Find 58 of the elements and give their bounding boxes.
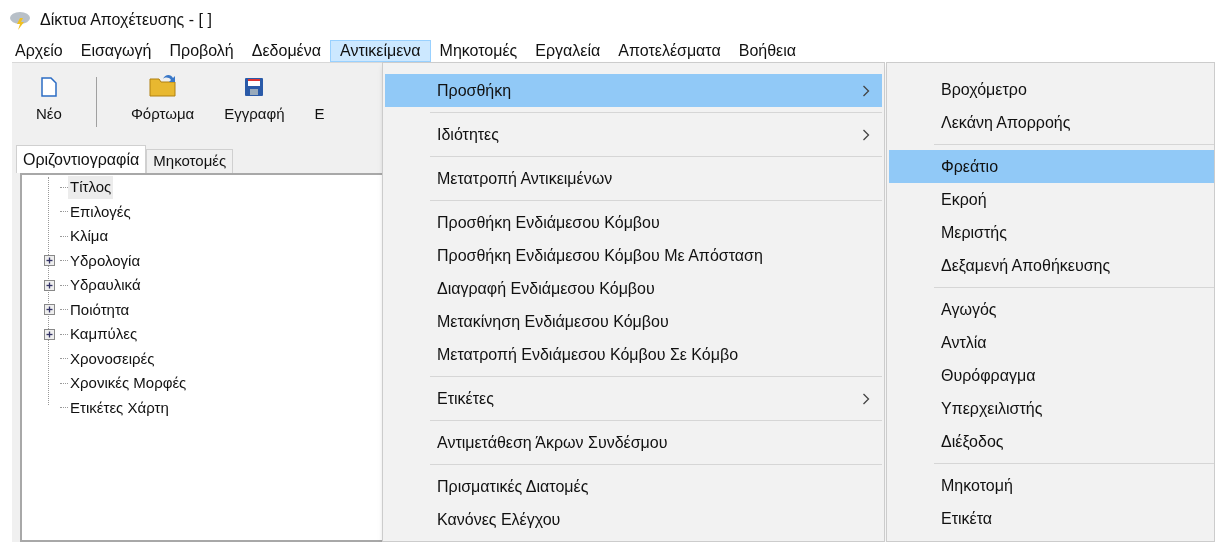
menu-item[interactable]: Πρισματικές Διατομές	[385, 470, 882, 503]
document-icon	[40, 77, 57, 97]
menu-bar-item[interactable]: Βοήθεια	[729, 40, 806, 62]
menu-item[interactable]: Φρεάτιο	[889, 150, 1214, 183]
toolbar-button[interactable]: Φόρτωμα	[130, 73, 195, 126]
menu-item[interactable]: Ετικέτα	[889, 502, 1214, 535]
menu-bar-item[interactable]: Αρχείο	[6, 40, 72, 62]
tree-item[interactable]: Επιλογές	[68, 200, 133, 223]
tab[interactable]: Οριζοντιογραφία	[16, 145, 147, 173]
folder-icon	[148, 73, 177, 97]
tree-item[interactable]: Ποιότητα	[68, 298, 132, 321]
menu-item[interactable]: Μετακίνηση Ενδιάμεσου Κόμβου	[385, 305, 882, 338]
menu-bar-item[interactable]: Προβολή	[160, 40, 243, 62]
tree-item[interactable]: Τίτλος	[68, 176, 114, 199]
plus-box-icon[interactable]	[43, 279, 55, 291]
toolbar-button[interactable]: Εγγραφή	[224, 73, 285, 126]
tree-item[interactable]: Χρονικές Μορφές	[68, 372, 189, 395]
plus-box-icon[interactable]	[43, 304, 55, 316]
menu-item[interactable]: Διέξοδος	[889, 425, 1214, 458]
menu-item[interactable]: Μετατροπή Αντικειμένων	[385, 162, 882, 195]
tree-item[interactable]: Υδρολογία	[68, 249, 143, 272]
menu-bar-item[interactable]: Αντικείμενα	[330, 40, 431, 62]
toolbar-button[interactable]: Νέο	[36, 73, 62, 126]
window-title: Δίκτυα Αποχέτευσης - [ ]	[40, 10, 212, 30]
tree-item[interactable]: Υδραυλικά	[68, 274, 143, 297]
menu-item[interactable]: Αντλία	[889, 326, 1214, 359]
menu-bar-item[interactable]: Μηκοτομές	[430, 40, 527, 62]
menu-item[interactable]: Δεξαμενή Αποθήκευσης	[889, 249, 1214, 282]
menu-item[interactable]: Προσθήκη Ενδιάμεσου Κόμβου	[385, 206, 882, 239]
menu-item[interactable]: Εκροή	[889, 183, 1214, 216]
menu-item[interactable]: Λεκάνη Απορροής	[889, 106, 1214, 139]
menu-item[interactable]: Ετικέτες	[385, 382, 882, 415]
cloud-lightning-icon	[8, 10, 32, 30]
menu-item[interactable]: Μεριστής	[889, 216, 1214, 249]
toolbar-button[interactable]: Ε	[314, 73, 325, 126]
menu-item[interactable]: Ιδιότητες	[385, 118, 882, 151]
menu-item[interactable]: Αντιμετάθεση Άκρων Συνδέσμου	[385, 426, 882, 459]
menu-item[interactable]: Μετατροπή Ενδιάμεσου Κόμβου Σε Κόμβο	[385, 338, 882, 371]
tree-item[interactable]: Ετικέτες Χάρτη	[68, 396, 171, 419]
menu-item[interactable]: Διαγραφή Ενδιάμεσου Κόμβου	[385, 272, 882, 305]
menu-bar-item[interactable]: Αποτελέσματα	[609, 40, 730, 62]
menu-item[interactable]: Βροχόμετρο	[889, 73, 1214, 106]
menu-bar-item[interactable]: Εισαγωγή	[71, 40, 161, 62]
plus-box-icon[interactable]	[43, 328, 55, 340]
menu-item[interactable]: Αγωγός	[889, 293, 1214, 326]
menu-item[interactable]: Προσθήκη	[385, 74, 882, 107]
menu-item[interactable]: Κανόνες Ελέγχου	[385, 503, 882, 536]
plus-box-icon[interactable]	[43, 255, 55, 267]
tree-item[interactable]: Κλίμα	[68, 225, 111, 248]
menu-item[interactable]: Προσθήκη Ενδιάμεσου Κόμβου Με Απόσταση	[385, 239, 882, 272]
tree-item[interactable]: Χρονοσειρές	[68, 347, 157, 370]
menu-item[interactable]: Θυρόφραγμα	[889, 359, 1214, 392]
menu-item[interactable]: Υπερχειλιστής	[889, 392, 1214, 425]
tree-item[interactable]: Καμπύλες	[68, 323, 140, 346]
menu-item[interactable]: Μηκοτομή	[889, 469, 1214, 502]
menu-bar-item[interactable]: Δεδομένα	[242, 40, 330, 62]
tab[interactable]: Μηκοτομές	[146, 149, 234, 173]
menu-bar-item[interactable]: Εργαλεία	[526, 40, 610, 62]
